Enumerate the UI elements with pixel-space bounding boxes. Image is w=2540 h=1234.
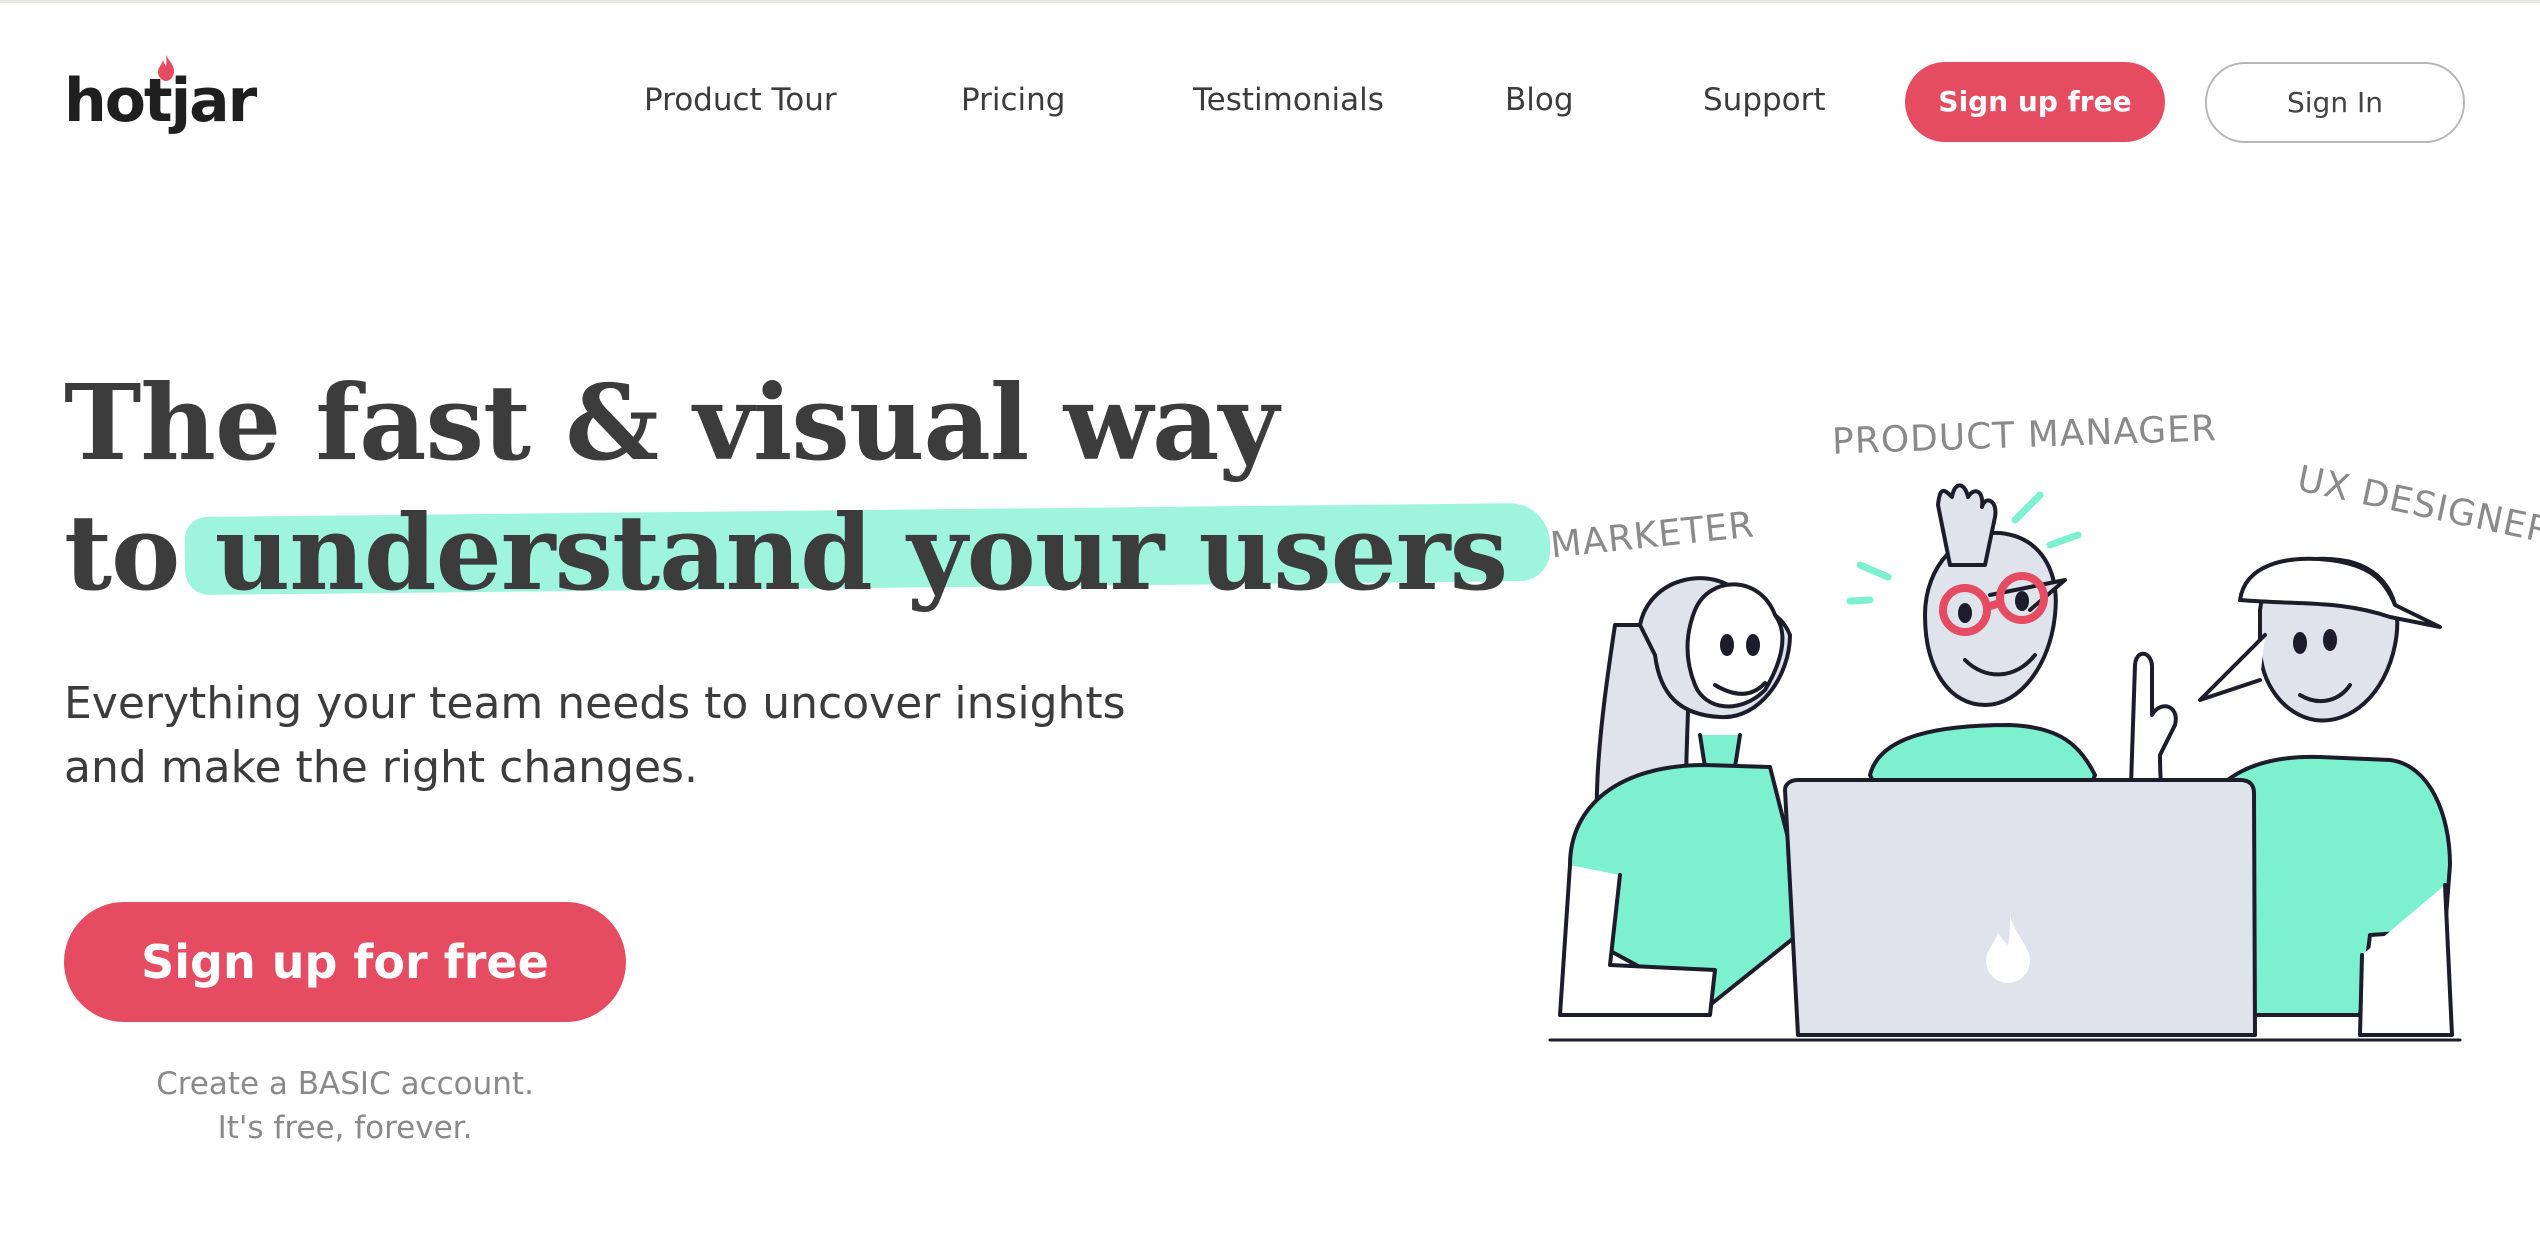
people-drawing xyxy=(1548,483,2462,1042)
headline-prefix: to xyxy=(64,491,180,614)
headline-highlight-text: understand your users xyxy=(214,491,1509,614)
nav-product-tour[interactable]: Product Tour xyxy=(644,82,837,118)
cta-note-line-2: It's free, forever. xyxy=(217,1110,473,1146)
flame-icon xyxy=(158,55,174,81)
signup-button[interactable]: Sign up free xyxy=(1905,62,2165,142)
site-header: hotjar Product Tour Pricing Testimonials… xyxy=(0,0,2540,205)
headline-line-2: to understand your users xyxy=(64,488,1550,618)
cta-note-line-1: Create a BASIC account. xyxy=(156,1066,534,1102)
signin-button[interactable]: Sign In xyxy=(2205,62,2465,143)
nav-testimonials[interactable]: Testimonials xyxy=(1193,82,1384,118)
subtitle-line-1: Everything your team needs to uncover in… xyxy=(64,678,1126,729)
hero-subtitle: Everything your team needs to uncover in… xyxy=(64,672,1264,800)
team-illustration: MARKETER PRODUCT MANAGER UX DESIGNER xyxy=(1540,395,2540,1075)
nav-support[interactable]: Support xyxy=(1703,82,1826,118)
headline-highlight: understand your users xyxy=(184,488,1550,618)
cta-note: Create a BASIC account. It's free, forev… xyxy=(64,1062,626,1150)
nav-pricing[interactable]: Pricing xyxy=(961,82,1066,118)
nav-blog[interactable]: Blog xyxy=(1505,82,1574,118)
signup-for-free-button[interactable]: Sign up for free xyxy=(64,902,626,1022)
headline-line-1: The fast & visual way xyxy=(64,361,1279,484)
hero-headline: The fast & visual way to understand your… xyxy=(64,358,1550,618)
subtitle-line-2: and make the right changes. xyxy=(64,742,698,793)
